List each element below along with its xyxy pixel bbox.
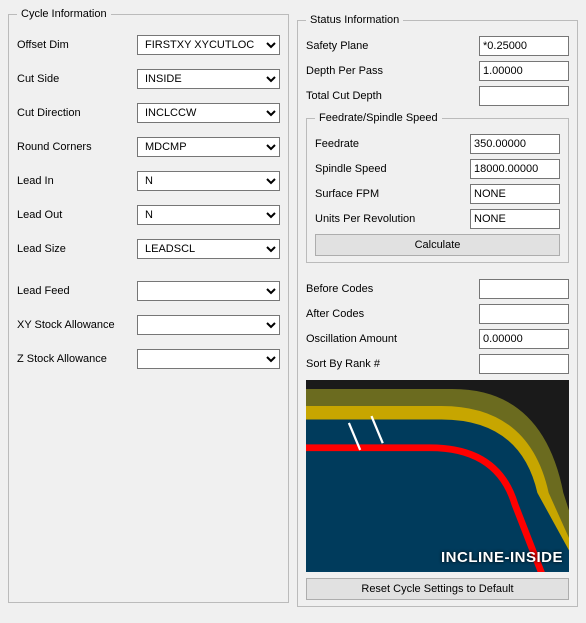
lead-out-select[interactable]: N xyxy=(137,205,280,225)
lead-in-select[interactable]: N xyxy=(137,171,280,191)
lead-feed-select[interactable] xyxy=(137,281,280,301)
lead-size-label: Lead Size xyxy=(17,243,137,255)
safety-plane-input[interactable] xyxy=(479,36,569,56)
offset-dim-select[interactable]: FIRSTXY XYCUTLOC xyxy=(137,35,280,55)
spindle-speed-label: Spindle Speed xyxy=(315,163,470,175)
xy-stock-label: XY Stock Allowance xyxy=(17,319,137,331)
units-per-rev-label: Units Per Revolution xyxy=(315,213,470,225)
sort-by-rank-input[interactable] xyxy=(479,354,569,374)
lead-size-select[interactable]: LEADSCL xyxy=(137,239,280,259)
total-cut-depth-label: Total Cut Depth xyxy=(306,90,479,102)
spindle-speed-input[interactable] xyxy=(470,159,560,179)
lead-in-label: Lead In xyxy=(17,175,137,187)
lead-feed-label: Lead Feed xyxy=(17,285,137,297)
feedrate-input[interactable] xyxy=(470,134,560,154)
cut-direction-select[interactable]: INCLCCW xyxy=(137,103,280,123)
cut-side-select[interactable]: INSIDE xyxy=(137,69,280,89)
total-cut-depth-input[interactable] xyxy=(479,86,569,106)
status-information-group: Status Information Safety Plane Depth Pe… xyxy=(297,14,578,607)
before-codes-input[interactable] xyxy=(479,279,569,299)
round-corners-select[interactable]: MDCMP xyxy=(137,137,280,157)
depth-per-pass-label: Depth Per Pass xyxy=(306,65,479,77)
feedrate-spindle-group: Feedrate/Spindle Speed Feedrate Spindle … xyxy=(306,112,569,263)
xy-stock-select[interactable] xyxy=(137,315,280,335)
feedrate-spindle-legend: Feedrate/Spindle Speed xyxy=(315,112,442,124)
sort-by-rank-label: Sort By Rank # xyxy=(306,358,479,370)
cycle-preview-caption: INCLINE-INSIDE xyxy=(441,549,563,566)
cycle-information-group: Cycle Information Offset Dim FIRSTXY XYC… xyxy=(8,8,289,603)
cycle-preview-image: INCLINE-INSIDE xyxy=(306,380,569,572)
after-codes-label: After Codes xyxy=(306,308,479,320)
units-per-rev-input[interactable] xyxy=(470,209,560,229)
status-info-legend: Status Information xyxy=(306,14,403,26)
oscillation-amount-label: Oscillation Amount xyxy=(306,333,479,345)
safety-plane-label: Safety Plane xyxy=(306,40,479,52)
z-stock-label: Z Stock Allowance xyxy=(17,353,137,365)
cut-side-label: Cut Side xyxy=(17,73,137,85)
after-codes-input[interactable] xyxy=(479,304,569,324)
z-stock-select[interactable] xyxy=(137,349,280,369)
depth-per-pass-input[interactable] xyxy=(479,61,569,81)
reset-cycle-button[interactable]: Reset Cycle Settings to Default xyxy=(306,578,569,600)
before-codes-label: Before Codes xyxy=(306,283,479,295)
feedrate-label: Feedrate xyxy=(315,138,470,150)
oscillation-amount-input[interactable] xyxy=(479,329,569,349)
surface-fpm-input[interactable] xyxy=(470,184,560,204)
calculate-button[interactable]: Calculate xyxy=(315,234,560,256)
surface-fpm-label: Surface FPM xyxy=(315,188,470,200)
round-corners-label: Round Corners xyxy=(17,141,137,153)
cut-direction-label: Cut Direction xyxy=(17,107,137,119)
offset-dim-label: Offset Dim xyxy=(17,39,137,51)
cycle-info-legend: Cycle Information xyxy=(17,8,111,20)
lead-out-label: Lead Out xyxy=(17,209,137,221)
